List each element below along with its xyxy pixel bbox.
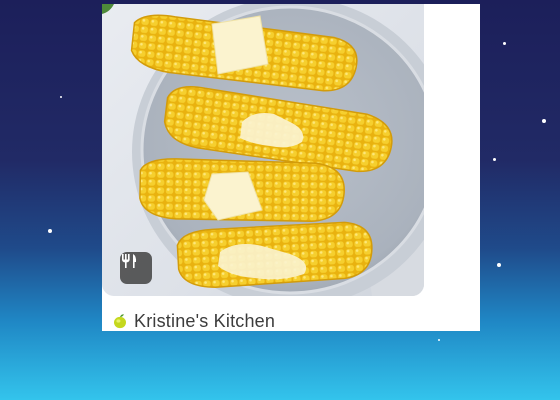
lime-icon bbox=[114, 314, 126, 329]
star bbox=[497, 263, 501, 267]
source-name: Kristine's Kitchen bbox=[134, 310, 276, 331]
star bbox=[60, 96, 62, 98]
star bbox=[503, 42, 506, 45]
utensils-button[interactable] bbox=[120, 252, 152, 284]
star bbox=[542, 119, 546, 123]
utensils-icon bbox=[122, 254, 137, 268]
recipe-source[interactable]: Kristine's Kitchen bbox=[112, 310, 275, 332]
star bbox=[438, 339, 440, 341]
star bbox=[493, 158, 496, 161]
star bbox=[48, 229, 52, 233]
corn-on-plate-image bbox=[102, 4, 424, 296]
recipe-photo[interactable] bbox=[102, 4, 424, 296]
recipe-card[interactable]: Kristine's Kitchen bbox=[102, 4, 480, 331]
